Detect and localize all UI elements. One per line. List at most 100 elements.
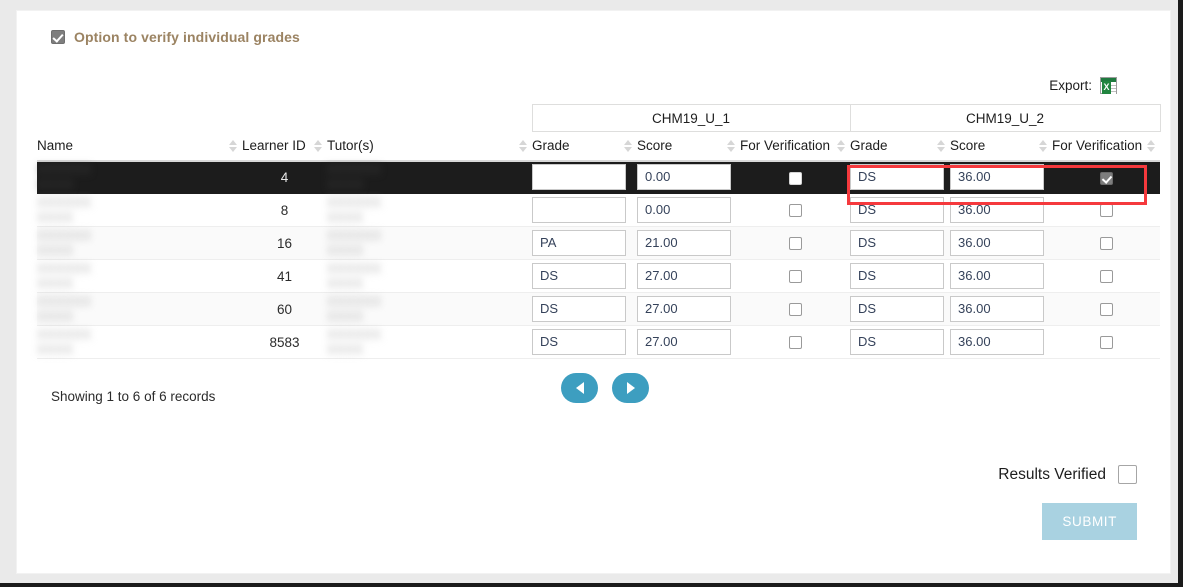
u1-score-input-cell: 27.00 [637, 292, 741, 326]
col-header-tutors[interactable]: Tutor(s) [327, 131, 533, 162]
u2-score-input-cell: 36.00 [950, 259, 1053, 293]
u2-for-verification-checkbox[interactable] [1099, 270, 1113, 284]
learner-id: 8 [242, 193, 327, 227]
u2-grade-input[interactable]: DS [850, 329, 945, 355]
u2-grade-input-cell: DS [850, 259, 951, 293]
u1-score-input[interactable]: 21.00 [637, 230, 732, 256]
col-header-u2-for-verification[interactable]: For Verification [1052, 131, 1161, 162]
u2-for-verification-checkbox[interactable] [1099, 237, 1113, 251]
sort-arrows-icon[interactable] [624, 139, 633, 153]
u1-score-input[interactable]: 27.00 [637, 263, 732, 289]
learner-id: 4 [242, 160, 327, 194]
u1-grade-input[interactable] [532, 197, 627, 223]
u2-grade-input[interactable]: DS [850, 164, 945, 191]
learner-id: 60 [242, 292, 327, 326]
learner-name-text: XXXXXX XXXX [37, 195, 92, 225]
col-header-u1-for-verification[interactable]: For Verification [740, 131, 851, 162]
content-card: Option to verify individual grades Expor… [17, 11, 1170, 573]
col-header-learner-id[interactable]: Learner ID [242, 131, 327, 162]
results-verified-checkbox[interactable] [1118, 465, 1137, 484]
col-header-u1-grade[interactable]: Grade [532, 131, 638, 162]
next-page-button[interactable] [612, 373, 649, 403]
group-header-unit-2: CHM19_U_2 [849, 104, 1161, 132]
verify-individual-grades-checkbox[interactable] [51, 30, 65, 44]
sort-arrows-icon[interactable] [519, 139, 528, 153]
u1-for-verification-checkbox[interactable] [788, 237, 802, 251]
u2-grade-input-cell: DS [850, 193, 951, 227]
u2-grade-input-cell: DS [850, 292, 951, 326]
u1-for-verification-checkbox[interactable] [788, 204, 802, 218]
sort-arrows-icon[interactable] [727, 139, 736, 153]
u1-score-input[interactable]: 0.00 [637, 164, 732, 191]
tutor-name: XXXXXX XXXX [327, 259, 533, 293]
verify-individual-grades-option[interactable]: Option to verify individual grades [37, 29, 1150, 45]
u1-grade-input[interactable]: PA [532, 230, 627, 256]
u1-score-input[interactable]: 0.00 [637, 197, 732, 223]
u1-grade-input[interactable] [532, 164, 627, 191]
col-header-name[interactable]: Name [37, 131, 242, 162]
sort-arrows-icon[interactable] [837, 139, 846, 153]
table-row[interactable]: XXXXXX XXXX 41 XXXXXX XXXX DS 27.00 DS 36.00 [37, 259, 1161, 293]
u1-score-input-cell: 21.00 [637, 226, 741, 260]
u1-score-input-cell: 0.00 [637, 160, 741, 194]
u2-grade-input[interactable]: DS [850, 197, 945, 223]
u1-grade-input-cell [532, 193, 638, 227]
u2-grade-input-cell: DS [850, 160, 951, 194]
verify-individual-grades-label: Option to verify individual grades [74, 29, 300, 45]
tutor-name: XXXXXX XXXX [327, 193, 533, 227]
u1-grade-input-cell: PA [532, 226, 638, 260]
u2-grade-input[interactable]: DS [850, 263, 945, 289]
u2-score-input[interactable]: 36.00 [950, 263, 1045, 289]
previous-page-button[interactable] [561, 373, 598, 403]
table-row[interactable]: XXXXXX XXXX 60 XXXXXX XXXX DS 27.00 DS 36.00 [37, 292, 1161, 326]
u2-for-verification-checkbox[interactable] [1099, 171, 1113, 185]
u1-for-verification-checkbox-cell [740, 325, 851, 359]
u1-grade-input[interactable]: DS [532, 329, 627, 355]
learner-name-text: XXXXXX XXXX [37, 228, 92, 258]
col-header-u1-score[interactable]: Score [637, 131, 741, 162]
sort-arrows-icon[interactable] [314, 139, 322, 153]
submit-button[interactable]: SUBMIT [1042, 503, 1137, 540]
export-label: Export: [1049, 77, 1092, 93]
u2-for-verification-checkbox[interactable] [1099, 303, 1113, 317]
u2-for-verification-checkbox[interactable] [1099, 336, 1113, 350]
col-header-u2-score[interactable]: Score [950, 131, 1053, 162]
sort-arrows-icon[interactable] [1039, 139, 1048, 153]
grades-table: CHM19_U_1 CHM19_U_2 Name Learner ID Tuto… [37, 104, 1161, 359]
u2-score-input[interactable]: 36.00 [950, 296, 1045, 322]
unit-group-header-row: CHM19_U_1 CHM19_U_2 [37, 104, 1161, 132]
u2-score-input[interactable]: 36.00 [950, 230, 1045, 256]
sort-arrows-icon[interactable] [229, 139, 237, 153]
u1-grade-input[interactable]: DS [532, 296, 627, 322]
excel-icon[interactable] [1100, 76, 1117, 94]
u2-grade-input[interactable]: DS [850, 296, 945, 322]
sort-arrows-icon[interactable] [1147, 139, 1156, 153]
sort-arrows-icon[interactable] [937, 139, 946, 153]
u1-score-input[interactable]: 27.00 [637, 329, 732, 355]
table-row[interactable]: XXXXXX XXXX 4 XXXXXX XXXX 0.00 DS 36.00 [37, 160, 1161, 194]
u2-score-input[interactable]: 36.00 [950, 329, 1045, 355]
col-header-u2-grade[interactable]: Grade [850, 131, 951, 162]
results-verified-label: Results Verified [998, 465, 1106, 483]
u2-score-input[interactable]: 36.00 [950, 164, 1045, 191]
table-row[interactable]: XXXXXX XXXX 8 XXXXXX XXXX 0.00 DS 36.00 [37, 193, 1161, 227]
tutor-name: XXXXXX XXXX [327, 226, 533, 260]
u1-grade-input-cell: DS [532, 325, 638, 359]
u1-grade-input[interactable]: DS [532, 263, 627, 289]
u1-for-verification-checkbox[interactable] [788, 270, 802, 284]
u2-for-verification-checkbox[interactable] [1099, 204, 1113, 218]
u1-for-verification-checkbox[interactable] [788, 303, 802, 317]
u1-for-verification-checkbox[interactable] [788, 171, 802, 185]
u1-score-input[interactable]: 27.00 [637, 296, 732, 322]
u2-grade-input[interactable]: DS [850, 230, 945, 256]
table-row[interactable]: XXXXXX XXXX 8583 XXXXXX XXXX DS 27.00 DS 36.00 [37, 325, 1161, 359]
u2-score-input-cell: 36.00 [950, 193, 1053, 227]
chevron-right-icon [626, 382, 635, 394]
u2-score-input[interactable]: 36.00 [950, 197, 1045, 223]
table-row[interactable]: XXXXXX XXXX 16 XXXXXX XXXX PA 21.00 DS 36.00 [37, 226, 1161, 260]
u2-grade-input-cell: DS [850, 325, 951, 359]
u1-for-verification-checkbox[interactable] [788, 336, 802, 350]
u2-for-verification-checkbox-cell [1052, 160, 1161, 194]
learner-name: XXXXXX XXXX [37, 259, 242, 293]
grades-table-body: XXXXXX XXXX 4 XXXXXX XXXX 0.00 DS 36.00 XXXXXX… [37, 160, 1161, 359]
